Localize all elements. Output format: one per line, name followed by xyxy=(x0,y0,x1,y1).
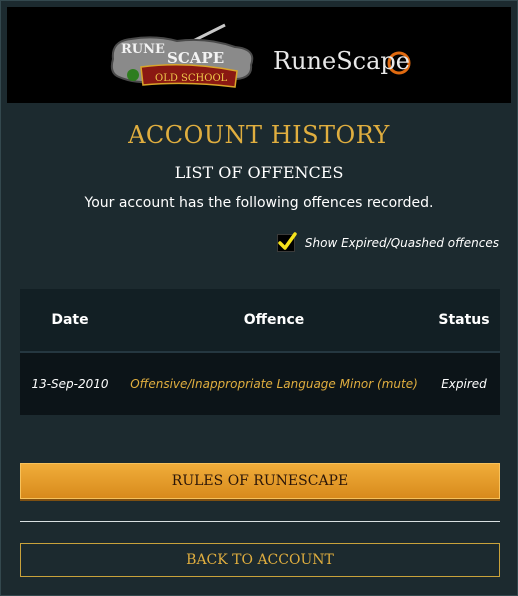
checkmark-icon xyxy=(278,232,297,250)
header-banner: RUNE SCAPE OLD SCHOOL RuneScape xyxy=(7,7,511,103)
column-header-offence: Offence xyxy=(243,312,305,328)
section-subtitle: LIST OF OFFENCES xyxy=(174,163,344,182)
back-to-account-button[interactable]: BACK TO ACCOUNT xyxy=(20,543,500,577)
offences-table: Date Offence Status 13-Sep-2010 Offensiv… xyxy=(20,289,500,415)
page-title: ACCOUNT HISTORY xyxy=(128,121,390,149)
offence-date: 13-Sep-2010 xyxy=(31,377,109,391)
osrs-logo-scape: SCAPE xyxy=(167,49,224,67)
osrs-logo: RUNE SCAPE OLD SCHOOL xyxy=(110,23,254,88)
table-row: 13-Sep-2010 Offensive/Inappropriate Lang… xyxy=(20,353,500,415)
show-expired-label: Show Expired/Quashed offences xyxy=(304,236,499,250)
rules-of-runescape-button[interactable]: RULES OF RUNESCAPE xyxy=(20,463,500,499)
divider xyxy=(20,521,500,522)
column-header-date: Date xyxy=(51,312,89,328)
show-expired-filter[interactable]: Show Expired/Quashed offences xyxy=(276,232,499,253)
runescape-logo-text: RuneScape xyxy=(273,47,410,75)
show-expired-checkbox[interactable] xyxy=(276,232,297,252)
offence-status: Expired xyxy=(441,377,487,391)
runescape-logo: RuneScape xyxy=(273,47,411,75)
table-header: Date Offence Status xyxy=(20,289,500,353)
intro-text: Your account has the following offences … xyxy=(84,195,434,211)
osrs-logo-rune: RUNE xyxy=(121,42,165,57)
account-history-panel: RUNE SCAPE OLD SCHOOL RuneScape ACCOUNT … xyxy=(0,0,518,596)
column-header-status: Status xyxy=(438,312,490,328)
main-content: ACCOUNT HISTORY LIST OF OFFENCES Your ac… xyxy=(7,103,511,589)
offence-description: Offensive/Inappropriate Language Minor (… xyxy=(130,377,418,391)
osrs-logo-oldschool: OLD SCHOOL xyxy=(155,73,228,84)
